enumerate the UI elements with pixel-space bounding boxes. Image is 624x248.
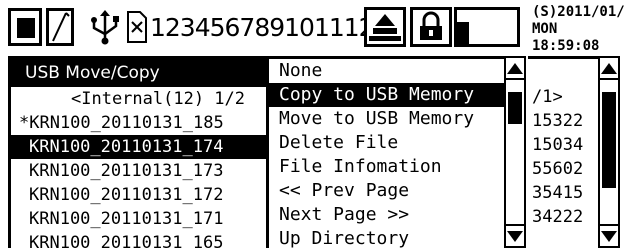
size-cell: /1>: [532, 87, 563, 107]
file-size-column: /1> 15322 15034 55602 35415 34222: [528, 56, 600, 248]
arrow-up-icon: [507, 62, 523, 74]
file-row[interactable]: *KRN100_20110131_185: [11, 111, 266, 135]
menu-scrollbar[interactable]: [504, 56, 526, 248]
size-cell: 55602: [532, 159, 584, 179]
menu-item-move-to-usb[interactable]: Move to USB Memory: [269, 107, 506, 131]
scroll-up-button[interactable]: [600, 58, 618, 80]
clock-time: MON 18:59:08: [532, 21, 600, 54]
scroll-down-button[interactable]: [506, 224, 524, 246]
size-cell: 15034: [532, 135, 584, 155]
arrow-down-icon: [601, 230, 617, 242]
file-row[interactable]: KRN100_20110131_172: [11, 183, 266, 207]
lock-icon[interactable]: [410, 7, 452, 47]
panel-title: USB Move/Copy: [11, 59, 266, 87]
alarm-icon[interactable]: [364, 7, 406, 47]
menu-item-up-directory[interactable]: Up Directory: [269, 227, 506, 248]
file-row[interactable]: KRN100_20110131_165: [11, 231, 266, 248]
usb-icon: [86, 8, 124, 46]
arrow-up-icon: [601, 62, 617, 74]
size-cell: 34222: [532, 207, 584, 227]
menu-item-none[interactable]: None: [269, 59, 506, 83]
stop-icon[interactable]: [8, 8, 42, 46]
size-cell: 35415: [532, 183, 584, 203]
status-indicator: [454, 7, 520, 47]
arrow-down-icon: [507, 230, 523, 242]
file-list-panel: USB Move/Copy <Internal(12) 1/2 *KRN100_…: [8, 56, 266, 248]
menu-item-next-page[interactable]: Next Page >>: [269, 203, 506, 227]
memory-card-icon: [46, 8, 74, 46]
clock-date: (S)2011/01/31: [532, 4, 624, 20]
status-bar: 123456789101112 (S)2011/01/31 MON 18:59:…: [0, 0, 624, 56]
file-row[interactable]: KRN100_20110131_173: [11, 159, 266, 183]
menu-item-file-information[interactable]: File Infomation: [269, 155, 506, 179]
file-row-selected[interactable]: KRN100_20110131_174: [11, 135, 266, 159]
file-list-scrollbar[interactable]: [598, 56, 620, 248]
document-icon: [124, 8, 152, 46]
directory-location: <Internal(12) 1/2: [71, 89, 245, 109]
scroll-up-button[interactable]: [506, 58, 524, 80]
scrollbar-thumb[interactable]: [602, 92, 616, 188]
channel-numbers: 123456789101112: [150, 13, 375, 42]
menu-item-delete-file[interactable]: Delete File: [269, 131, 506, 155]
context-menu: None Copy to USB Memory Move to USB Memo…: [266, 56, 506, 248]
scrollbar-thumb[interactable]: [508, 92, 522, 124]
file-row[interactable]: KRN100_20110131_171: [11, 207, 266, 231]
size-cell: 15322: [532, 111, 584, 131]
menu-item-copy-to-usb[interactable]: Copy to USB Memory: [269, 83, 506, 107]
menu-item-prev-page[interactable]: << Prev Page: [269, 179, 506, 203]
clock: (S)2011/01/31 MON 18:59:08: [532, 4, 624, 54]
scroll-down-button[interactable]: [600, 224, 618, 246]
